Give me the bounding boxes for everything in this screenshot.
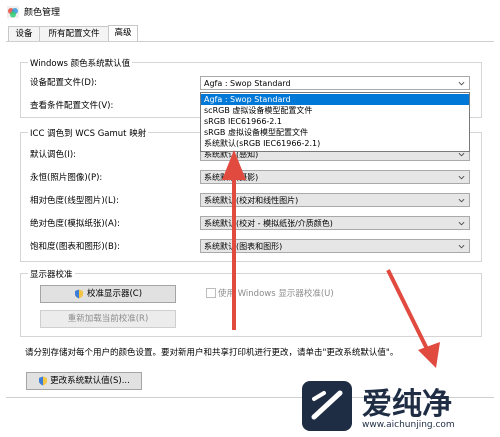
tab-advanced[interactable]: 高级 xyxy=(108,25,138,42)
shield-icon xyxy=(39,376,48,385)
absolute-colorimetric-label: 绝对色度(模拟纸张)(A): xyxy=(30,219,120,229)
watermark-brand: 爱纯净 xyxy=(362,387,452,422)
brand-logo-icon xyxy=(302,381,352,431)
absolute-colorimetric-select[interactable]: 系统默认(校对 - 模拟纸张/介质颜色) xyxy=(200,216,470,230)
device-profile-select[interactable]: Agfa : Swop Standard xyxy=(200,76,470,90)
chevron-down-icon xyxy=(458,198,465,203)
dropdown-option-srgb-virtual[interactable]: sRGB 虚拟设备模型配置文件 xyxy=(201,127,469,138)
relative-colorimetric-label: 相对色度(线型图片)(L): xyxy=(30,196,119,206)
change-system-defaults-button[interactable]: 更改系统默认值(S)... xyxy=(26,372,142,390)
icc-mapping-title: ICC 调色到 WCS Gamut 映射 xyxy=(28,127,149,139)
default-rendering-label: 默认调色(I): xyxy=(30,150,77,160)
use-windows-calibration-checkbox[interactable] xyxy=(206,288,216,298)
calibrate-display-button[interactable]: 校准显示器(C) xyxy=(40,285,176,303)
perceptual-select[interactable]: 系统默认(摄影) xyxy=(200,170,470,184)
color-management-icon xyxy=(7,6,19,18)
calibration-title: 显示器校准 xyxy=(28,268,75,280)
dropdown-option-scrgb-virtual[interactable]: scRGB 虚拟设备模型配置文件 xyxy=(201,105,469,116)
window-title: 颜色管理 xyxy=(24,8,61,18)
chevron-down-icon xyxy=(458,244,465,249)
chevron-down-icon xyxy=(458,175,465,180)
chevron-down-icon xyxy=(458,81,465,86)
chevron-down-icon xyxy=(458,152,465,157)
saturation-label: 饱和度(图表和图形)(B): xyxy=(30,242,120,252)
footer-note: 请分别存储对每个用户的颜色设置。要对新用户和共享打印机进行更改，请单击"更改系统… xyxy=(25,348,399,358)
viewing-conditions-label: 查看条件配置文件(V): xyxy=(30,101,114,111)
device-profile-dropdown-list: Agfa : Swop Standard scRGB 虚拟设备模型配置文件 sR… xyxy=(200,92,470,152)
relative-colorimetric-select[interactable]: 系统默认(校对和线性图片) xyxy=(200,193,470,207)
perceptual-label: 永恒(照片图像)(P): xyxy=(30,173,103,183)
tab-all-profiles[interactable]: 所有配置文件 xyxy=(39,26,109,42)
device-profile-label: 设备配置文件(D): xyxy=(30,78,98,88)
saturation-select[interactable]: 系统默认(图表和图形) xyxy=(200,239,470,253)
watermark: 爱纯净 www.aichunjing.com xyxy=(296,375,500,437)
dropdown-option-agfa[interactable]: Agfa : Swop Standard xyxy=(201,94,469,105)
reload-calibration-button[interactable]: 重新加载当前校准(R) xyxy=(40,310,176,328)
title-bar: 颜色管理 xyxy=(0,0,500,24)
windows-defaults-title: Windows 颜色系统默认值 xyxy=(28,57,133,69)
shield-icon xyxy=(74,289,83,298)
use-windows-calibration-label: 使用 Windows 显示器校准(U) xyxy=(218,289,334,299)
chevron-down-icon xyxy=(458,221,465,226)
dropdown-option-system-default[interactable]: 系统默认(sRGB IEC61966-2.1) xyxy=(201,138,469,149)
tab-devices[interactable]: 设备 xyxy=(8,26,40,42)
watermark-url: www.aichunjing.com xyxy=(362,420,455,430)
dropdown-option-srgb[interactable]: sRGB IEC61966-2.1 xyxy=(201,116,469,127)
